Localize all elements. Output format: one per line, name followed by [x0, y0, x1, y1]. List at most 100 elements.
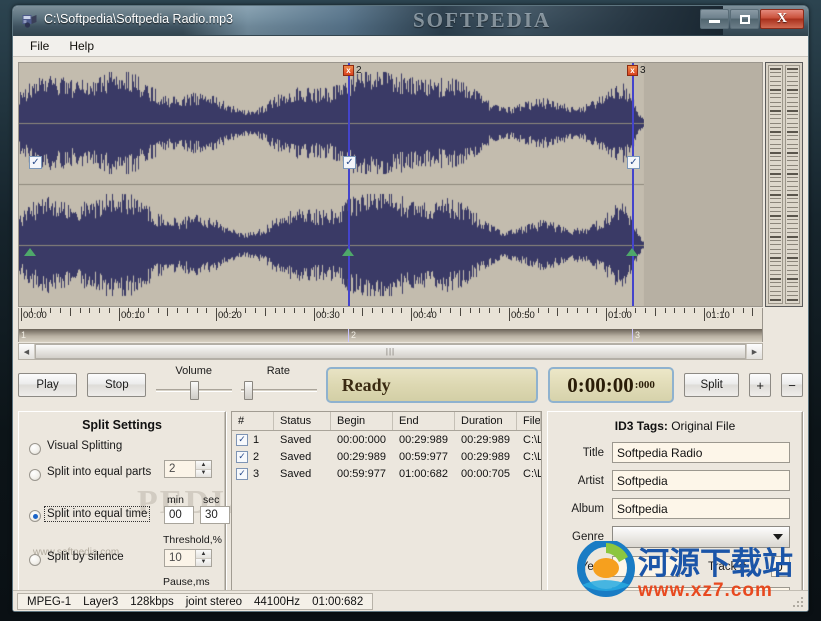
vu-tick	[787, 68, 798, 70]
vu-tick	[770, 143, 781, 145]
table-body: ✓ 1 Saved 00:00:000 00:29:989 00:29:989 …	[232, 431, 541, 611]
threshold-spinner[interactable]: ▲ ▼	[164, 549, 212, 567]
equal-parts-spin-buttons: ▲ ▼	[195, 461, 211, 477]
id3-input-year[interactable]	[612, 556, 680, 577]
vu-tick	[770, 189, 781, 191]
vu-tick	[770, 294, 781, 296]
ruler-tick	[733, 308, 734, 313]
ruler-tick	[119, 308, 120, 321]
row-checkbox-2[interactable]: ✓	[236, 450, 248, 463]
equal-time-min-input[interactable]	[164, 506, 194, 524]
threshold-spin-up-icon[interactable]: ▲	[196, 550, 211, 559]
spin-up-icon[interactable]: ▲	[196, 461, 211, 470]
segments-table-panel: # Status Begin End Duration Filer ✓ 1 Sa…	[231, 411, 542, 611]
column-header-filer[interactable]: Filer	[517, 412, 541, 430]
marker-line-2[interactable]	[348, 63, 350, 306]
marker-checkbox-3[interactable]: ✓	[627, 156, 640, 169]
vu-tick	[787, 97, 798, 99]
scroll-right-icon[interactable]: ▶	[746, 344, 762, 359]
row-file-3: C:\L	[523, 467, 541, 480]
menu-item-help[interactable]: Help	[61, 37, 102, 55]
id3-select-genre[interactable]	[612, 526, 790, 548]
column-header-end[interactable]: End	[393, 412, 455, 430]
segment-bar[interactable]: 1 2 3	[19, 329, 762, 342]
resize-grip-icon[interactable]	[791, 595, 805, 609]
vu-tick	[787, 303, 798, 304]
table-row[interactable]: ✓ 1 Saved 00:00:000 00:29:989 00:29:989 …	[232, 431, 541, 448]
vu-tick	[787, 93, 798, 95]
threshold-input[interactable]	[165, 550, 195, 566]
table-row[interactable]: ✓ 3 Saved 00:59:977 01:00:682 00:00:705 …	[232, 465, 541, 482]
spin-down-icon[interactable]: ▼	[196, 469, 211, 477]
ruler-tick	[284, 308, 285, 313]
waveform-canvas[interactable]	[19, 63, 753, 306]
column-header-begin[interactable]: Begin	[331, 412, 393, 430]
maximize-button[interactable]	[730, 9, 759, 29]
vu-tick	[787, 273, 798, 275]
ruler-tick	[245, 308, 246, 313]
radio-equal-time[interactable]	[29, 510, 41, 522]
row-checkbox-3[interactable]: ✓	[236, 467, 248, 480]
threshold-spin-down-icon[interactable]: ▼	[196, 558, 211, 566]
play-button[interactable]: Play	[18, 373, 78, 397]
waveform-hscrollbar[interactable]: ◀ ||| ▶	[18, 343, 763, 360]
column-header-status[interactable]: Status	[274, 412, 331, 430]
vu-tick	[770, 177, 781, 179]
column-header-duration[interactable]: Duration	[455, 412, 517, 430]
hscroll-track[interactable]: |||	[35, 344, 746, 359]
marker-handle-3[interactable]	[626, 248, 638, 256]
equal-parts-spinner[interactable]: ▲ ▼	[164, 460, 212, 478]
ruler-tick	[704, 308, 705, 321]
rate-thumb[interactable]	[244, 381, 254, 400]
app-icon	[22, 15, 37, 28]
vu-tick	[787, 206, 798, 208]
waveform-display[interactable]: x 2 ✓ x 3 ✓ ✓	[18, 62, 763, 307]
id3-input-title[interactable]	[612, 442, 790, 463]
column-header-num[interactable]: #	[232, 412, 274, 430]
radio-equal-parts[interactable]	[29, 469, 41, 481]
vu-tick	[787, 164, 798, 166]
vu-tick	[787, 231, 798, 233]
id3-input-artist[interactable]	[612, 470, 790, 491]
row-checkbox-1[interactable]: ✓	[236, 433, 248, 446]
id3-input-track[interactable]	[771, 556, 790, 577]
id3-label-year: Year	[580, 561, 604, 573]
split-button[interactable]: Split	[684, 373, 740, 397]
option-equal-parts[interactable]: Split into equal parts ▲ ▼	[27, 460, 217, 498]
option-equal-time[interactable]: min sec Split into equal time	[27, 494, 230, 536]
transport-bar: Play Stop Volume Rate Ready 0:00:00:000 …	[18, 364, 803, 406]
hscroll-thumb[interactable]: |||	[35, 344, 746, 359]
radio-visual-splitting[interactable]	[29, 443, 41, 455]
vu-tick	[787, 114, 798, 116]
id3-label-title: Title	[582, 447, 604, 459]
volume-thumb[interactable]	[190, 381, 200, 400]
table-row[interactable]: ✓ 2 Saved 00:29:989 00:59:977 00:29:989 …	[232, 448, 541, 465]
marker-handle-1[interactable]	[24, 248, 36, 256]
zoom-in-button[interactable]: +	[749, 373, 772, 397]
close-button[interactable]: X	[760, 9, 804, 29]
marker-checkbox-1[interactable]: ✓	[29, 156, 42, 169]
id3-input-album[interactable]	[612, 498, 790, 519]
menu-item-file[interactable]: File	[22, 37, 57, 55]
equal-time-sec-input[interactable]	[200, 506, 230, 524]
ruler-tick	[31, 308, 32, 313]
equal-parts-input[interactable]	[165, 461, 195, 477]
table-header: # Status Begin End Duration Filer	[232, 412, 541, 431]
marker-handle-2[interactable]	[342, 248, 354, 256]
vu-tick	[770, 240, 781, 242]
marker-checkbox-2[interactable]: ✓	[343, 156, 356, 169]
timeline-ruler[interactable]: 1 2 3 00:00 00:10 00:20 00:30 00:40 00:50 01:0…	[18, 308, 763, 342]
marker-delete-3[interactable]: x	[627, 65, 638, 76]
minimize-button[interactable]	[700, 9, 729, 29]
stop-button[interactable]: Stop	[87, 373, 147, 397]
ruler-tick	[314, 308, 315, 321]
marker-delete-2[interactable]: x	[343, 65, 354, 76]
zoom-out-button[interactable]: −	[781, 373, 803, 397]
radio-split-by-silence[interactable]	[29, 554, 41, 566]
ruler-tick	[460, 308, 461, 316]
marker-line-3[interactable]	[632, 63, 634, 306]
ruler-tick	[479, 308, 480, 313]
scroll-left-icon[interactable]: ◀	[19, 344, 35, 359]
option-split-by-silence[interactable]: Threshold,% Split by silence ▲ ▼	[27, 534, 222, 576]
ruler-tick	[21, 308, 22, 321]
